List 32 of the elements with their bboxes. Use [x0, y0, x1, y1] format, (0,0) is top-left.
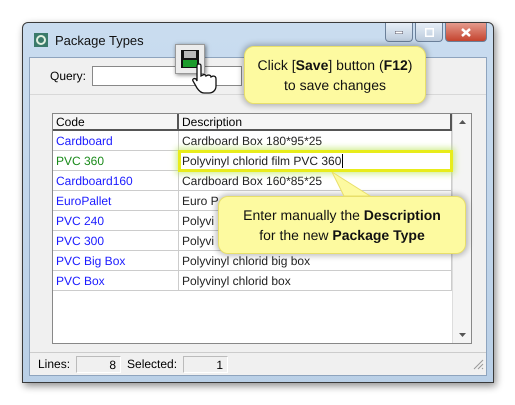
lines-count: 8 [76, 356, 122, 372]
table-cell: PVC 240 [53, 211, 179, 231]
selected-label: Selected: [127, 357, 178, 371]
maximize-button[interactable] [415, 23, 443, 42]
scroll-down-icon[interactable] [458, 333, 466, 337]
maximize-icon [424, 28, 434, 36]
query-label: Query: [50, 69, 86, 83]
table-cell: PVC 360 [53, 151, 179, 171]
callout-pointer [330, 172, 374, 198]
save-button[interactable] [175, 44, 205, 74]
table-cell: Cardboard [53, 131, 179, 151]
column-header[interactable]: Description [179, 114, 452, 131]
table-cell: EuroPallet [53, 191, 179, 211]
lines-label: Lines: [38, 357, 70, 371]
edit-field[interactable]: Polyvinyl chlorid film PVC 360 [179, 151, 452, 171]
table-cell: Polyvinyl chlorid box [179, 271, 452, 291]
minimize-icon [395, 30, 403, 34]
save-tooltip: Click [Save] button (F12) to save changes [244, 46, 426, 104]
close-button[interactable] [445, 23, 487, 42]
app-icon [33, 32, 49, 48]
selected-count: 1 [183, 356, 228, 372]
table-cell: PVC Big Box [53, 251, 179, 271]
column-header[interactable]: Code [53, 114, 179, 131]
resize-grip-icon[interactable] [472, 358, 484, 370]
minimize-button[interactable] [385, 23, 413, 42]
table-cell: PVC 300 [53, 231, 179, 251]
table-cell: Cardboard160 [53, 171, 179, 191]
close-icon [461, 28, 471, 36]
window-title: Package Types [55, 32, 144, 48]
table-cell: PVC Box [53, 271, 179, 291]
hand-cursor-icon [192, 62, 218, 94]
scroll-up-icon[interactable] [458, 120, 466, 124]
